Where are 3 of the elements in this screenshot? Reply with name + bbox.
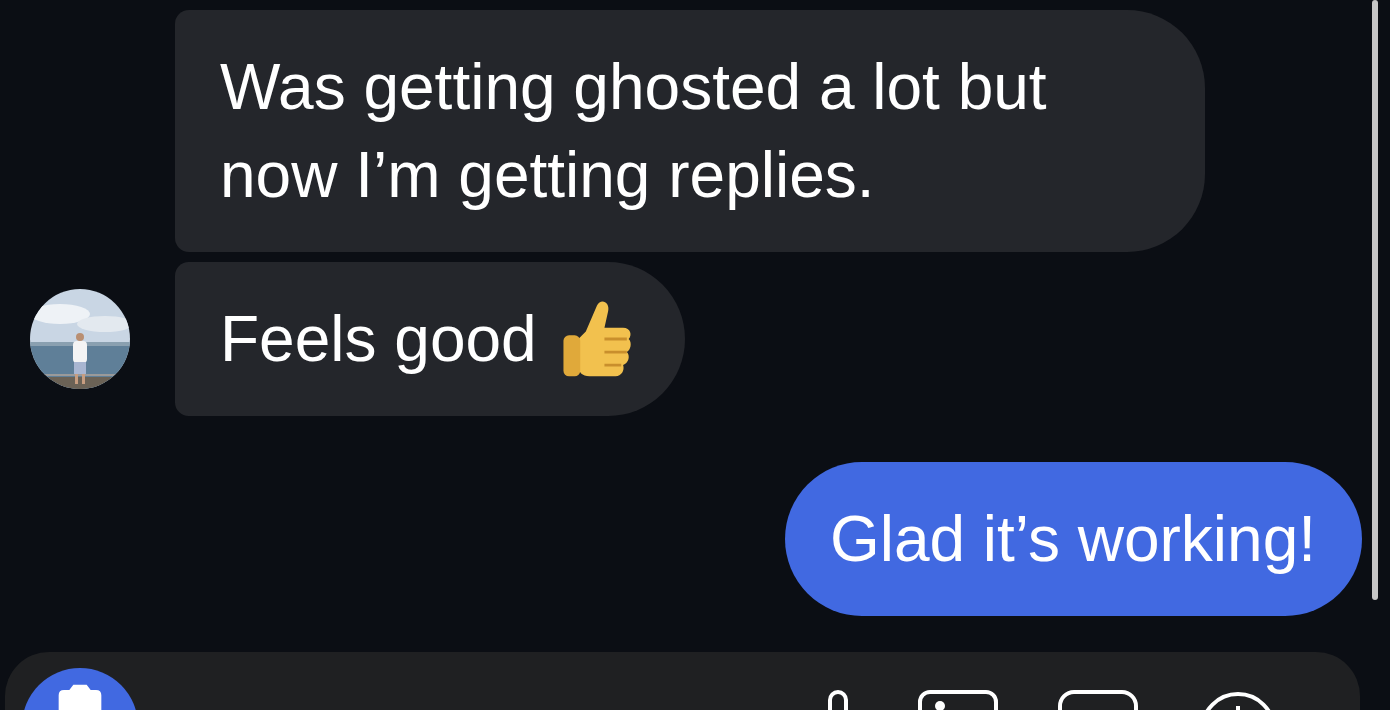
message-text: Was getting ghosted a lot but now I’m getting replies. [220,50,1048,213]
message-text: Glad it’s working! [829,502,1316,577]
message-text: Feels good [220,302,537,377]
